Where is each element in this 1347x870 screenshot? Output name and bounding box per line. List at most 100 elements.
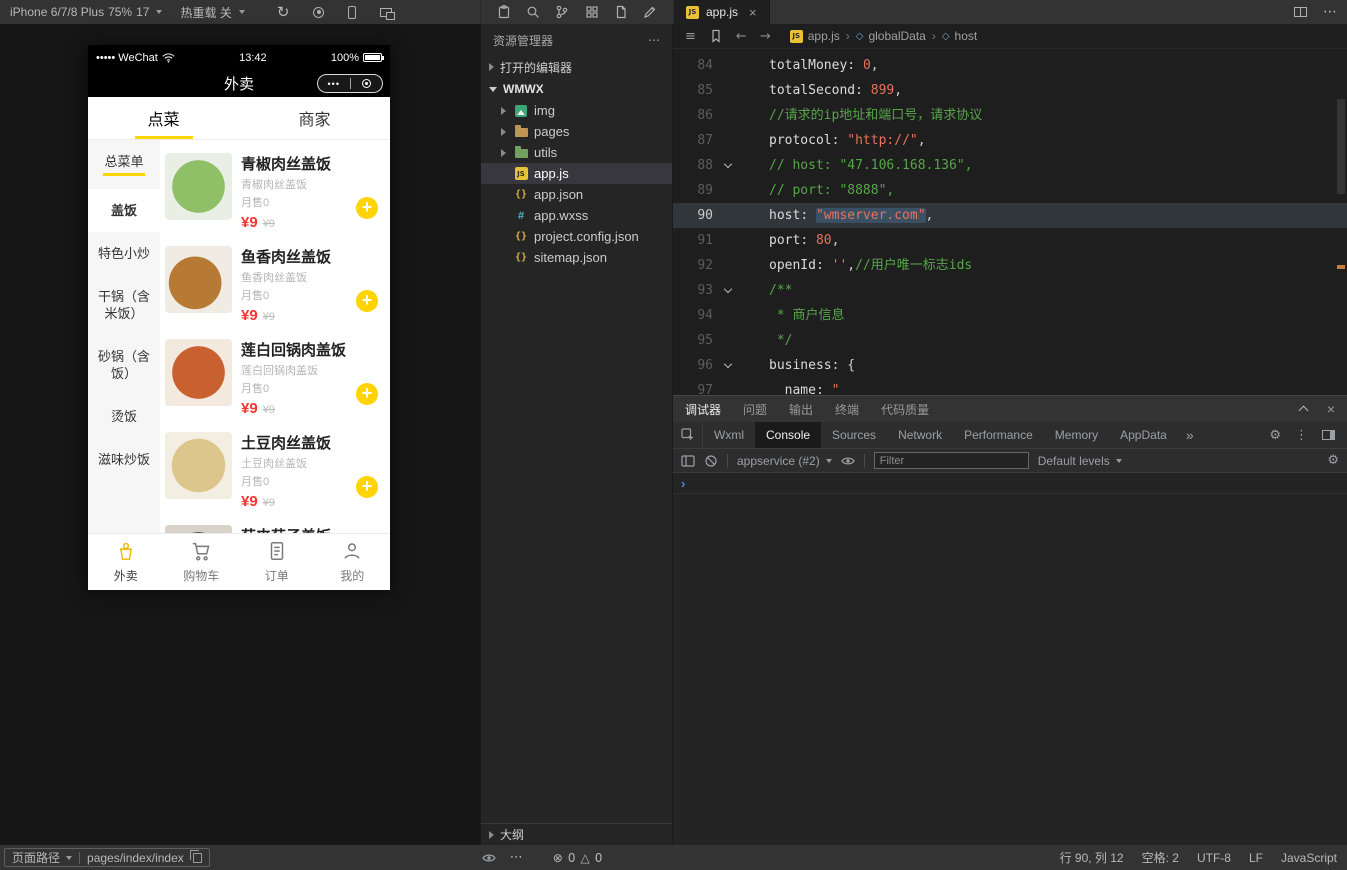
file-item-project.config.json[interactable]: {} project.config.json	[481, 226, 672, 247]
code-line-91[interactable]: 91 port: 80,	[673, 228, 1347, 253]
bookmark-icon[interactable]	[709, 29, 723, 43]
code-line-89[interactable]: 89 // port: "8888",	[673, 178, 1347, 203]
line-number[interactable]: 92	[673, 253, 717, 278]
clipboard-icon[interactable]	[497, 5, 511, 19]
line-number[interactable]: 93	[673, 278, 717, 303]
more-tabs-icon[interactable]: »	[1178, 422, 1202, 448]
kebab-menu-icon[interactable]: ⋮	[1295, 428, 1308, 443]
add-to-cart-button[interactable]: +	[356, 383, 378, 405]
refresh-icon[interactable]: ↻	[277, 3, 290, 21]
open-editors-section[interactable]: 打开的编辑器	[481, 56, 672, 78]
more-icon[interactable]: ⋯	[648, 33, 660, 47]
file-icon[interactable]	[614, 5, 628, 19]
panel-tab-输出[interactable]: 输出	[789, 401, 813, 418]
line-number[interactable]: 90	[673, 203, 717, 228]
device-selector[interactable]: iPhone 6/7/8 Plus 75% 17	[10, 5, 163, 19]
fold-icon[interactable]	[717, 278, 739, 303]
file-item-sitemap.json[interactable]: {} sitemap.json	[481, 247, 672, 268]
file-item-pages[interactable]: pages	[481, 121, 672, 142]
category-item-总菜单[interactable]: 总菜单	[88, 140, 160, 189]
collapse-panel-icon[interactable]	[1298, 405, 1309, 416]
git-branch-icon[interactable]	[555, 5, 569, 19]
breadcrumb-item-app.js[interactable]: JS app.js	[789, 29, 840, 43]
category-item-盖饭[interactable]: 盖饭	[88, 189, 160, 232]
eol-setting[interactable]: LF	[1249, 851, 1263, 865]
file-item-utils[interactable]: utils	[481, 142, 672, 163]
page-path-selector[interactable]: 页面路径	[12, 849, 73, 866]
project-root-section[interactable]: WMWX	[481, 78, 672, 100]
category-item-干锅（含米饭）[interactable]: 干锅（含米饭）	[88, 275, 160, 335]
dish-item[interactable]: 茄夹茄子盖饭	[160, 512, 390, 533]
tab-appjs[interactable]: JS app.js ×	[674, 0, 770, 24]
indent-setting[interactable]: 空格: 2	[1142, 849, 1179, 866]
code-line-86[interactable]: 86 //请求的ip地址和端口号，请求协议	[673, 103, 1347, 128]
breadcrumb-item-globalData[interactable]: ◇ globalData	[856, 29, 926, 43]
category-item-滋味炒饭[interactable]: 滋味炒饭	[88, 438, 160, 481]
line-number[interactable]: 94	[673, 303, 717, 328]
file-item-app.json[interactable]: {} app.json	[481, 184, 672, 205]
devtools-tab-AppData[interactable]: AppData	[1109, 422, 1178, 448]
file-item-app.js[interactable]: JS app.js	[481, 163, 672, 184]
tabbar-item-外卖[interactable]: 外卖	[88, 534, 164, 590]
device-icon[interactable]	[348, 5, 357, 19]
line-number[interactable]: 88	[673, 153, 717, 178]
devtools-tab-Memory[interactable]: Memory	[1044, 422, 1109, 448]
console-output[interactable]: ›	[673, 473, 1347, 845]
line-number[interactable]: 96	[673, 353, 717, 378]
inspect-element-icon[interactable]	[680, 428, 695, 442]
code-line-95[interactable]: 95 */	[673, 328, 1347, 353]
devtools-tab-Sources[interactable]: Sources	[821, 422, 887, 448]
add-to-cart-button[interactable]: +	[356, 290, 378, 312]
clear-console-icon[interactable]	[704, 454, 718, 468]
dish-item[interactable]: + 土豆肉丝盖饭 土豆肉丝盖饭 月售0 ¥9 ¥9	[160, 419, 390, 512]
code-line-96[interactable]: 96 business: {	[673, 353, 1347, 378]
breadcrumb-item-host[interactable]: ◇ host	[942, 29, 977, 43]
code-line-97[interactable]: 97 name: "	[673, 378, 1347, 395]
code-line-84[interactable]: 84 totalMoney: 0,	[673, 53, 1347, 78]
file-item-img[interactable]: img	[481, 100, 672, 121]
devtools-tab-Network[interactable]: Network	[887, 422, 953, 448]
line-number[interactable]: 89	[673, 178, 717, 203]
code-editor[interactable]: 84 totalMoney: 0, 85 totalSecond: 899, 86 //请…	[673, 49, 1347, 395]
editor-scrollbar[interactable]	[1337, 99, 1345, 194]
code-line-90[interactable]: 90 host: "wmserver.com",	[673, 203, 1347, 228]
split-editor-icon[interactable]	[1294, 7, 1307, 17]
line-number[interactable]: 85	[673, 78, 717, 103]
code-line-94[interactable]: 94 * 商户信息	[673, 303, 1347, 328]
language-mode[interactable]: JavaScript	[1281, 851, 1337, 865]
dish-item[interactable]: + 青椒肉丝盖饭 青椒肉丝盖饭 月售0 ¥9 ¥9	[160, 140, 390, 233]
log-levels-selector[interactable]: Default levels	[1038, 454, 1122, 468]
menu-icon[interactable]: ≡	[685, 29, 696, 44]
fold-icon[interactable]	[717, 153, 739, 178]
add-to-cart-button[interactable]: +	[356, 476, 378, 498]
panel-tab-代码质量[interactable]: 代码质量	[881, 401, 929, 418]
file-item-app.wxss[interactable]: # app.wxss	[481, 205, 672, 226]
more-capsule-icon[interactable]: •••	[318, 79, 350, 89]
copy-icon[interactable]	[189, 849, 202, 863]
dish-item[interactable]: + 鱼香肉丝盖饭 鱼香肉丝盖饭 月售0 ¥9 ¥9	[160, 233, 390, 326]
category-item-烫饭[interactable]: 烫饭	[88, 395, 160, 438]
console-filter-input[interactable]	[873, 452, 1029, 469]
brush-icon[interactable]	[643, 5, 657, 19]
panel-tab-终端[interactable]: 终端	[835, 401, 859, 418]
dock-side-icon[interactable]	[1322, 430, 1335, 440]
tabbar-item-订单[interactable]: 订单	[239, 534, 315, 590]
panel-tab-调试器[interactable]: 调试器	[685, 401, 721, 418]
more-icon[interactable]: ⋯	[1323, 4, 1337, 20]
back-icon[interactable]: ←	[736, 29, 747, 44]
outline-section[interactable]: 大纲	[481, 823, 672, 845]
category-item-特色小炒[interactable]: 特色小炒	[88, 232, 160, 275]
tabbar-item-我的[interactable]: 我的	[315, 534, 391, 590]
dish-item[interactable]: + 莲白回锅肉盖饭 莲白回锅肉盖饭 月售0 ¥9 ¥9	[160, 326, 390, 419]
tab-商家[interactable]: 商家	[239, 97, 390, 139]
hot-reload-toggle[interactable]: 热重载 关	[180, 4, 245, 21]
console-prompt-row[interactable]: ›	[673, 473, 1347, 494]
eye-icon[interactable]	[482, 851, 496, 865]
devtools-tab-Console[interactable]: Console	[755, 422, 822, 448]
category-item-砂锅（含饭）[interactable]: 砂锅（含饭）	[88, 335, 160, 395]
execution-context-selector[interactable]: appservice (#2)	[737, 454, 832, 468]
code-line-88[interactable]: 88 // host: "47.106.168.136",	[673, 153, 1347, 178]
add-to-cart-button[interactable]: +	[356, 197, 378, 219]
line-number[interactable]: 91	[673, 228, 717, 253]
code-line-93[interactable]: 93 /**	[673, 278, 1347, 303]
